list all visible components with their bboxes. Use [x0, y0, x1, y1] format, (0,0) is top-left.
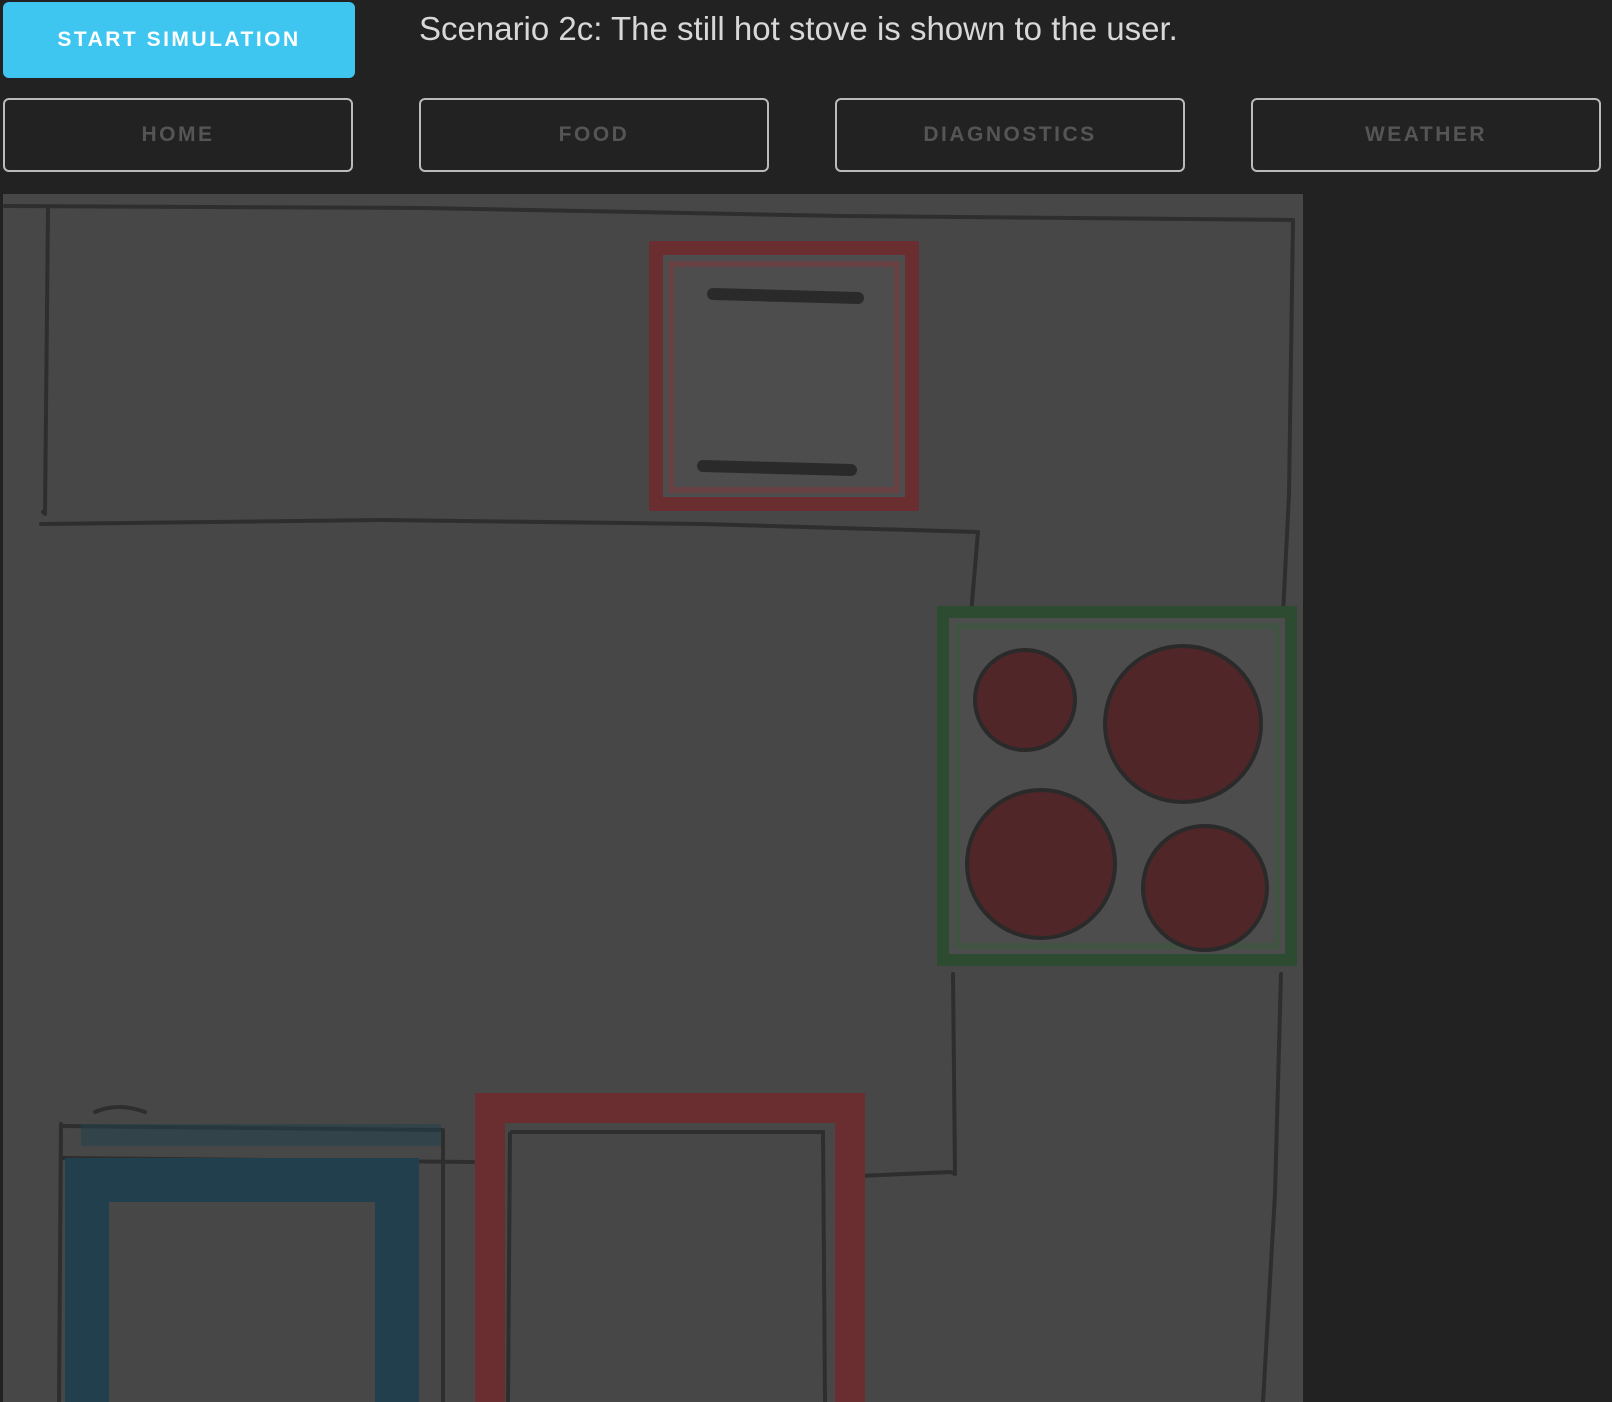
app-root: START SIMULATION Scenario 2c: The still …	[0, 0, 1612, 1402]
tab-diagnostics[interactable]: DIAGNOSTICS	[835, 98, 1185, 172]
burner-back-right	[1141, 824, 1269, 952]
sink-appliance	[65, 1124, 441, 1402]
tab-weather[interactable]: WEATHER	[1251, 98, 1601, 172]
scenario-description: Scenario 2c: The still hot stove is show…	[419, 10, 1178, 47]
burner-back-left	[965, 788, 1117, 940]
tab-home[interactable]: HOME	[3, 98, 353, 172]
floorplan-sketch	[3, 204, 1297, 1402]
fridge-appliance	[649, 241, 919, 511]
burner-front-right	[1103, 644, 1263, 804]
start-simulation-button[interactable]: START SIMULATION	[3, 2, 355, 78]
stove-appliance	[937, 606, 1297, 966]
kitchen-floorplan	[3, 194, 1303, 1402]
tab-food[interactable]: FOOD	[419, 98, 769, 172]
oven-appliance	[475, 1093, 865, 1402]
burner-front-left	[973, 648, 1077, 752]
